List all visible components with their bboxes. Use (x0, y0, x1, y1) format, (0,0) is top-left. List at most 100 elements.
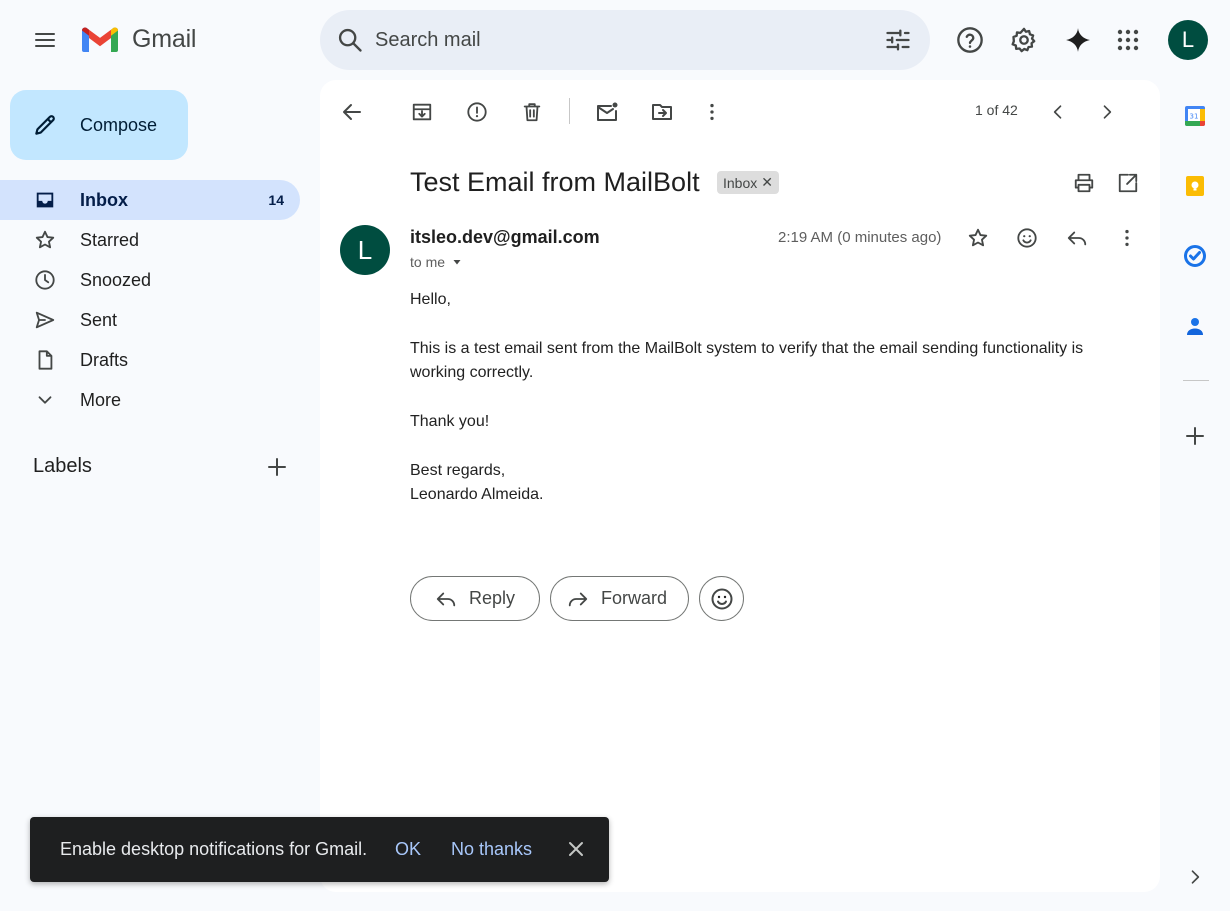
message-more-button[interactable] (1109, 220, 1145, 256)
gmail-m-icon (82, 27, 118, 52)
caret-down-icon (453, 260, 461, 265)
sidebar-item-label: Snoozed (80, 269, 152, 290)
folder-move-icon (652, 104, 672, 120)
toast-message: Enable desktop notifications for Gmail. (60, 839, 368, 859)
toast-ok-button[interactable]: OK (395, 839, 421, 860)
forward-button[interactable]: Forward (550, 576, 689, 621)
star-icon (968, 228, 988, 247)
unread-count-badge: 14 (268, 192, 284, 208)
label-chip[interactable]: Inbox ✕ (717, 171, 779, 194)
more-actions-button[interactable] (694, 94, 730, 130)
sidebar-item-starred[interactable]: Starred (0, 220, 300, 260)
label-chip-text: Inbox (723, 174, 758, 191)
print-button[interactable] (1066, 165, 1102, 201)
body-paragraph: This is a test email sent from the MailB… (410, 340, 1084, 381)
create-label-button[interactable] (265, 455, 289, 479)
apps-button[interactable] (1108, 20, 1148, 60)
older-button[interactable] (1089, 94, 1125, 130)
sidebar-item-snoozed[interactable]: Snoozed (0, 260, 300, 300)
gemini-button[interactable] (1058, 20, 1098, 60)
plus-icon (1186, 427, 1204, 445)
contacts-app-button[interactable] (1181, 312, 1209, 340)
help-button[interactable] (950, 20, 990, 60)
main-menu-button[interactable] (25, 20, 65, 60)
sender-avatar[interactable]: L (340, 225, 390, 275)
pagination-count: 1 of 42 (975, 102, 1018, 118)
calendar-app-button[interactable]: 31 (1181, 102, 1209, 130)
search-input[interactable] (375, 24, 855, 56)
mark-unread-button[interactable] (589, 94, 625, 130)
tasks-app-button[interactable] (1181, 242, 1209, 270)
mail-unread-icon (597, 102, 618, 121)
star-button[interactable] (960, 220, 996, 256)
sender-email[interactable]: itsleo.dev@gmail.com (410, 227, 600, 248)
chevron-right-icon (1191, 870, 1200, 884)
body-signoff: Best regards, Leonardo Almeida. (410, 462, 544, 503)
remove-label-icon[interactable]: ✕ (761, 174, 773, 191)
external-link-icon (1118, 173, 1138, 193)
search-bar[interactable] (320, 10, 930, 70)
get-addons-button[interactable] (1181, 422, 1209, 450)
sidebar-item-more[interactable]: More (0, 380, 300, 420)
sidebar-item-label: More (80, 389, 122, 410)
close-icon[interactable] (564, 837, 588, 861)
report-spam-button[interactable] (459, 94, 495, 130)
notification-toast: Enable desktop notifications for Gmail. … (30, 817, 609, 882)
sidebar-item-label: Drafts (80, 349, 129, 370)
smiley-icon (711, 588, 732, 609)
emoji-reaction-button[interactable] (699, 576, 744, 621)
chevron-left-icon (1053, 105, 1062, 119)
gear-icon (1011, 27, 1036, 53)
archive-button[interactable] (404, 94, 440, 130)
email-body: Hello, This is a test email sent from th… (410, 288, 1110, 532)
toolbar-divider (569, 98, 570, 124)
sidebar-item-sent[interactable]: Sent (0, 300, 300, 340)
reply-button[interactable]: Reply (410, 576, 540, 621)
labels-heading: Labels (33, 455, 92, 477)
show-side-panel-button[interactable] (1181, 863, 1209, 891)
sidebar-item-drafts[interactable]: Drafts (0, 340, 300, 380)
tasks-check-icon (1184, 245, 1206, 267)
reply-label: Reply (469, 588, 516, 608)
keep-app-button[interactable] (1181, 172, 1209, 200)
move-to-button[interactable] (644, 94, 680, 130)
sidebar-nav: Inbox 14 Starred Snoozed Sent Drafts Mor… (0, 180, 300, 420)
sparkle-icon (1066, 28, 1090, 52)
emoji-react-button[interactable] (1009, 220, 1045, 256)
plus-icon (268, 458, 286, 476)
chevron-down-icon (34, 389, 56, 411)
reply-icon-button[interactable] (1059, 220, 1095, 256)
toast-no-thanks-button[interactable]: No thanks (451, 839, 532, 860)
sidebar-item-inbox[interactable]: Inbox 14 (0, 180, 300, 220)
forward-icon (568, 592, 588, 606)
recipient-text: to me (410, 254, 446, 270)
settings-button[interactable] (1004, 20, 1044, 60)
printer-icon (1074, 173, 1094, 193)
keep-bulb-icon (1186, 176, 1204, 196)
account-avatar[interactable]: L (1168, 20, 1208, 60)
app-name: Gmail (132, 24, 197, 53)
gmail-logo[interactable]: Gmail (80, 24, 196, 54)
reply-icon (436, 592, 456, 606)
reply-icon (1067, 231, 1087, 246)
inbox-icon (34, 189, 56, 211)
archive-icon (412, 103, 432, 121)
search-options-icon[interactable] (884, 26, 912, 54)
recipient-details[interactable]: to me (410, 254, 463, 270)
star-icon (34, 229, 56, 251)
trash-icon (523, 103, 541, 122)
delete-button[interactable] (514, 94, 550, 130)
back-button[interactable] (334, 94, 370, 130)
apps-grid-icon (1117, 29, 1139, 51)
forward-label: Forward (601, 588, 668, 608)
search-icon[interactable] (336, 26, 364, 54)
newer-button[interactable] (1040, 94, 1076, 130)
sidebar-item-label: Inbox (80, 189, 128, 210)
help-icon (957, 27, 983, 53)
more-vertical-icon (710, 103, 714, 121)
chevron-right-icon (1103, 105, 1112, 119)
contacts-person-icon (1187, 318, 1203, 335)
email-subject: Test Email from MailBolt (410, 167, 700, 197)
compose-button[interactable]: Compose (10, 90, 188, 160)
open-new-window-button[interactable] (1110, 165, 1146, 201)
